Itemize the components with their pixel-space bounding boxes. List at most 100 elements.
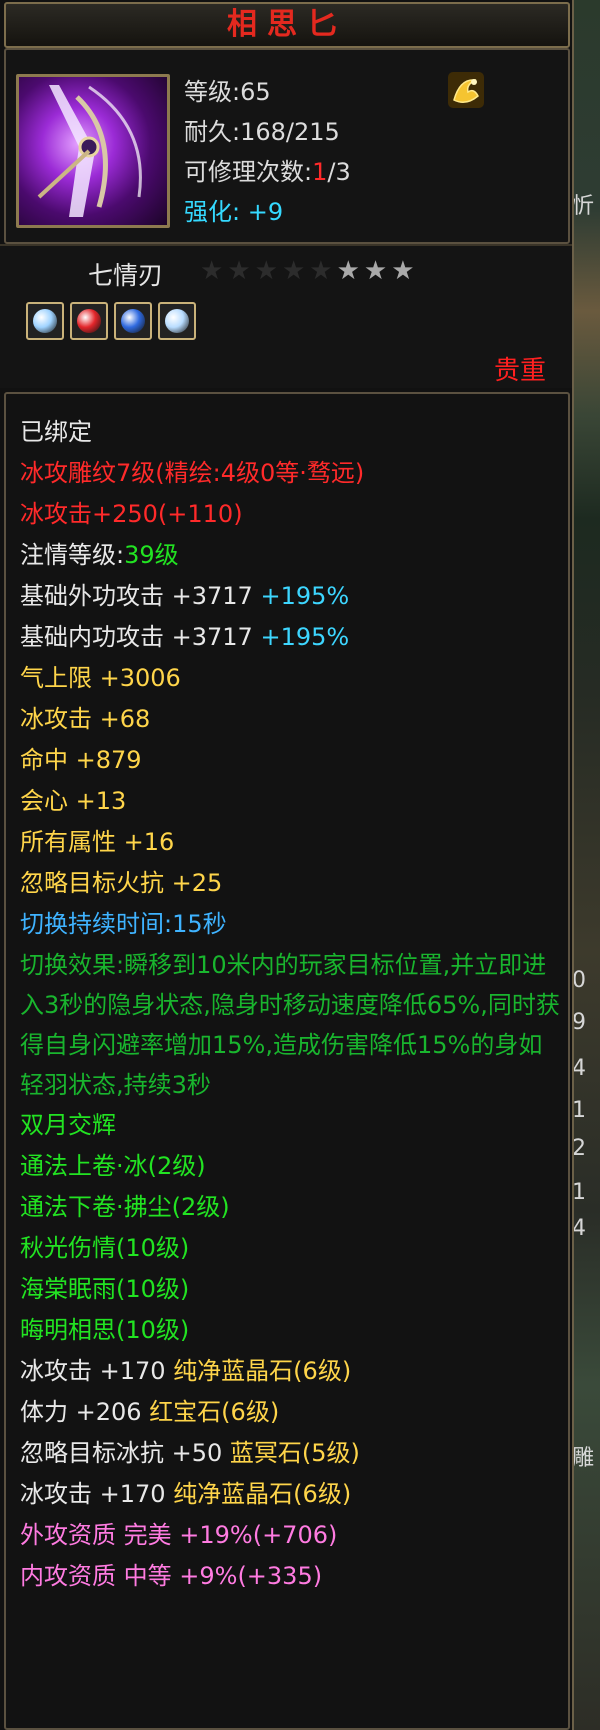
attribute-panel: 已绑定冰攻雕纹7级(精绘:4级0等·骛远) 冰攻击+250(+110) 注情等级:3… <box>4 392 570 1730</box>
attribute-text: 海棠眠雨(10级) <box>20 1275 190 1303</box>
attribute-text: 秋光伤情(10级) <box>20 1234 190 1262</box>
attribute-text: 注情等级: <box>20 541 125 569</box>
attribute-row: 冰攻雕纹7级(精绘:4级0等·骛远) <box>20 453 560 494</box>
background-glyph: 1 <box>572 1098 586 1123</box>
attribute-row: 气上限 +3006 <box>20 658 560 699</box>
background-game-scene: 忻 0 9 4 1 2 1 4 雕 <box>572 0 600 1730</box>
attribute-text: 纯净蓝晶石(6级) <box>173 1480 352 1508</box>
gem-icon <box>121 309 145 333</box>
attribute-text: 39级 <box>124 541 179 569</box>
gem-icon <box>77 309 101 333</box>
attribute-text: 外攻资质 完美 +19%(+706) <box>20 1521 338 1549</box>
background-glyph: 4 <box>572 1216 586 1241</box>
attribute-row: 内攻资质 中等 +9%(+335) <box>20 1556 560 1597</box>
attribute-list: 已绑定冰攻雕纹7级(精绘:4级0等·骛远) 冰攻击+250(+110) 注情等级:3… <box>20 412 560 1597</box>
attribute-text: 双月交辉 <box>20 1111 116 1139</box>
star-icon: ★ <box>227 256 255 286</box>
attribute-text: 气上限 +3006 <box>20 664 181 692</box>
background-glyph: 4 <box>572 1056 586 1081</box>
attribute-row: 冰攻击+250(+110) <box>20 494 560 535</box>
item-icon <box>16 74 170 228</box>
attribute-row: 命中 +879 <box>20 740 560 781</box>
attribute-row: 切换效果:瞬移到10米内的玩家目标位置,并立即进入3秒的隐身状态,隐身时移动速度… <box>20 945 560 1105</box>
item-subtitle: 七情刃 <box>88 261 164 290</box>
attribute-row: 忽略目标火抗 +25 <box>20 863 560 904</box>
attribute-row: 体力 +206 红宝石(6级) <box>20 1392 560 1433</box>
item-enhance: 强化: +9 <box>184 198 284 226</box>
gem-icon <box>33 309 57 333</box>
star-icon: ★ <box>254 256 282 286</box>
attribute-row: 双月交辉 <box>20 1105 560 1146</box>
item-durability: 耐久:168/215 <box>184 118 340 146</box>
attribute-text: 基础外功攻击 +3717 <box>20 582 261 610</box>
attribute-text: 纯净蓝晶石(6级) <box>173 1357 352 1385</box>
attribute-text: 基础内功攻击 +3717 <box>20 623 261 651</box>
attribute-row: 外攻资质 完美 +19%(+706) <box>20 1515 560 1556</box>
attribute-text: 通法上卷·冰(2级) <box>20 1152 206 1180</box>
attribute-row: 已绑定 <box>20 412 560 453</box>
socket-gems <box>26 302 202 340</box>
attribute-text: 忽略目标冰抗 +50 <box>20 1439 230 1467</box>
gem-icon <box>165 309 189 333</box>
item-rarity: 贵重 <box>493 356 546 386</box>
star-icon: ★ <box>363 256 392 286</box>
star-icon: ★ <box>336 256 364 286</box>
attribute-row: 晦明相思(10级) <box>20 1310 560 1351</box>
attribute-row: 忽略目标冰抗 +50 蓝冥石(5级) <box>20 1433 560 1474</box>
attribute-row: 海棠眠雨(10级) <box>20 1269 560 1310</box>
attribute-row: 冰攻击 +170 纯净蓝晶石(6级) <box>20 1351 560 1392</box>
star-icon: ★ <box>309 256 337 286</box>
gem-socket-1[interactable] <box>26 302 64 340</box>
attribute-text: 蓝冥石(5级) <box>229 1439 360 1467</box>
background-glyph: 2 <box>572 1136 586 1161</box>
star-rating: ★★★★★★★★ <box>200 256 419 286</box>
attribute-text: 通法下卷·拂尘(2级) <box>20 1193 230 1221</box>
background-glyph: 雕 <box>572 1446 595 1471</box>
attribute-row: 注情等级:39级 <box>20 535 560 576</box>
attribute-text: 冰攻雕纹7级(精绘:4级0等·骛远) <box>20 459 365 487</box>
attribute-text: 命中 +879 <box>20 746 142 774</box>
item-name-section: 七情刃 ★★★★★★★★ 贵重 <box>0 244 572 388</box>
attribute-text: 红宝石(6级) <box>149 1398 280 1426</box>
attribute-text: 忽略目标火抗 +25 <box>20 869 223 897</box>
gem-socket-2[interactable] <box>70 302 108 340</box>
attribute-text: 冰攻击 +170 <box>20 1480 174 1508</box>
attribute-row: 基础外功攻击 +3717 +195% <box>20 576 560 617</box>
star-icon: ★ <box>200 256 228 286</box>
attribute-row: 所有属性 +16 <box>20 822 560 863</box>
attribute-text: +195% <box>260 623 350 651</box>
item-title: 相思匕 <box>4 2 570 48</box>
attribute-text: 体力 +206 <box>20 1398 150 1426</box>
star-icon: ★ <box>281 256 310 286</box>
background-glyph: 0 <box>572 968 586 993</box>
attribute-text: 已绑定 <box>20 418 92 446</box>
attribute-text: 冰攻击 +170 <box>20 1357 174 1385</box>
attribute-row: 通法下卷·拂尘(2级) <box>20 1187 560 1228</box>
attribute-row: 秋光伤情(10级) <box>20 1228 560 1269</box>
attribute-row: 通法上卷·冰(2级) <box>20 1146 560 1187</box>
gem-socket-3[interactable] <box>114 302 152 340</box>
gold-badge-icon[interactable] <box>446 70 486 110</box>
background-glyph: 忻 <box>572 194 595 219</box>
attribute-text: 会心 +13 <box>20 787 127 815</box>
item-level: 等级:65 <box>184 78 271 106</box>
attribute-text: 切换持续时间:15秒 <box>20 910 227 938</box>
attribute-row: 基础内功攻击 +3717 +195% <box>20 617 560 658</box>
item-repair-count: 可修理次数:1/3 <box>184 158 351 186</box>
attribute-text: 所有属性 +16 <box>20 828 175 856</box>
attribute-row: 冰攻击 +170 纯净蓝晶石(6级) <box>20 1474 560 1515</box>
attribute-row: 会心 +13 <box>20 781 560 822</box>
attribute-text: 冰攻击+250(+110) <box>20 500 243 528</box>
attribute-row: 切换持续时间:15秒 <box>20 904 560 945</box>
attribute-text: 冰攻击 +68 <box>20 705 151 733</box>
item-tooltip: 相思匕 等级:65 耐久:168/215 可修理次数:1/3 强化: +9 七情… <box>0 0 574 1730</box>
background-glyph: 9 <box>572 1010 586 1035</box>
attribute-text: 晦明相思(10级) <box>20 1316 190 1344</box>
background-glyph: 1 <box>572 1180 586 1205</box>
attribute-text: 切换效果:瞬移到10米内的玩家目标位置,并立即进入3秒的隐身状态,隐身时移动速度… <box>20 951 560 1099</box>
star-icon: ★ <box>391 256 419 286</box>
gem-socket-4[interactable] <box>158 302 196 340</box>
attribute-text: 内攻资质 中等 +9%(+335) <box>20 1562 323 1590</box>
attribute-row: 冰攻击 +68 <box>20 699 560 740</box>
item-header: 等级:65 耐久:168/215 可修理次数:1/3 强化: +9 <box>4 48 570 244</box>
